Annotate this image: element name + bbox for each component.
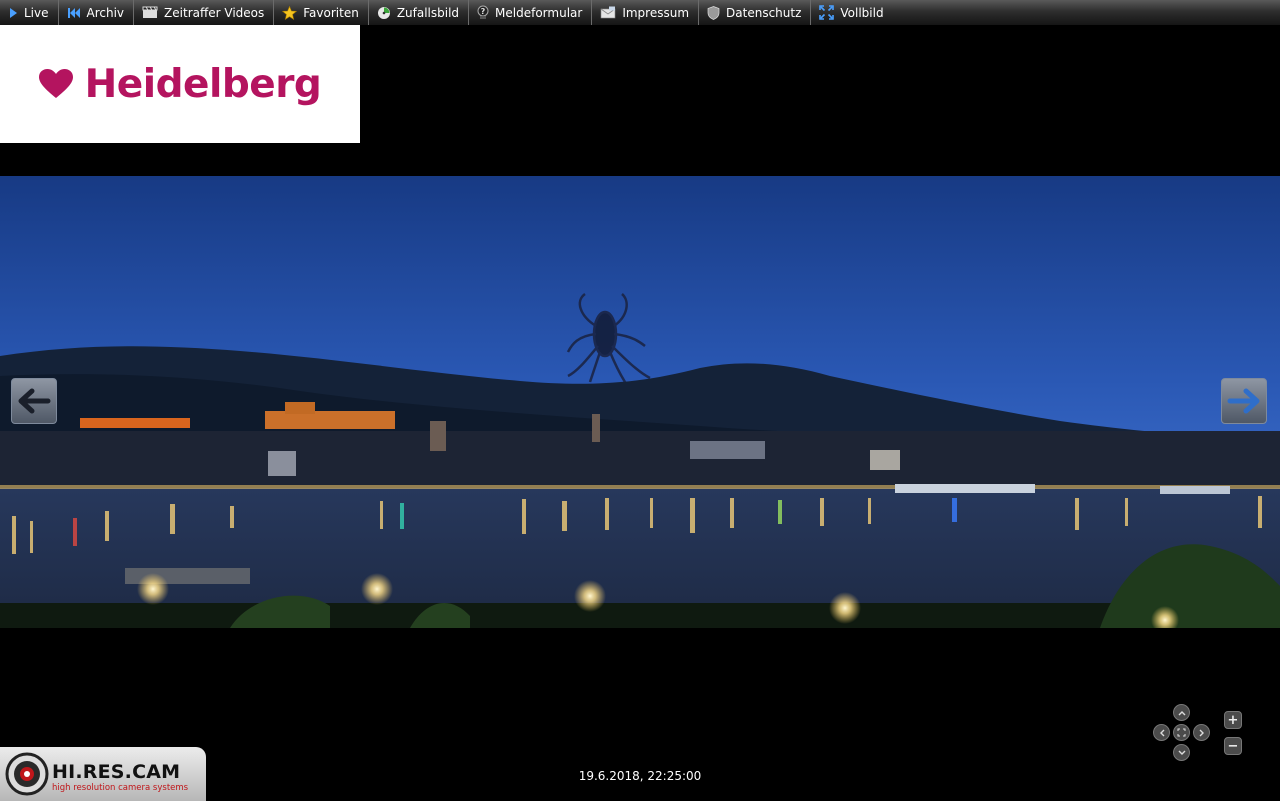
nav-impressum-label: Impressum [622,5,690,20]
zoom-out-button[interactable]: − [1224,737,1242,755]
nav-meldeformular[interactable]: ? Meldeformular [469,0,593,25]
nav-zufallsbild-label: Zufallsbild [396,5,460,20]
reset-view-button[interactable] [1173,724,1190,741]
zoom-in-label: + [1227,712,1239,728]
svg-text:?: ? [481,7,486,16]
zoom-in-button[interactable]: + [1224,711,1242,729]
chevron-down-icon [1178,750,1185,755]
play-icon [10,7,17,18]
nav-vollbild-label: Vollbild [840,5,884,20]
chevron-left-icon [1159,729,1164,736]
random-image-icon [377,6,390,19]
nav-datenschutz-label: Datenschutz [726,5,802,20]
nav-datenschutz[interactable]: Datenschutz [699,0,812,25]
shield-icon [707,5,720,20]
nav-live-label: Live [24,5,49,20]
next-image-button[interactable] [1221,378,1267,424]
nav-zeitraffer-videos[interactable]: Zeitraffer Videos [134,0,275,25]
pan-down-button[interactable] [1173,744,1190,761]
nav-meldeformular-label: Meldeformular [495,5,583,20]
top-nav-bar: Live Archiv Zeitraffer Videos Favoriten … [0,0,1280,26]
arrow-left-icon [18,388,51,414]
rewind-icon [67,7,80,18]
expand-icon [1177,728,1186,737]
nav-archiv[interactable]: Archiv [59,0,135,25]
pan-up-button[interactable] [1173,704,1190,721]
nav-impressum[interactable]: Impressum [592,0,700,25]
pan-left-button[interactable] [1153,724,1170,741]
heidelberg-logo[interactable]: Heidelberg [0,25,360,143]
zoom-out-label: − [1227,738,1239,754]
brand-tagline: high resolution camera systems [52,783,189,793]
brand-name: HI.RES.CAM [52,761,181,783]
chevron-up-icon [1178,710,1185,715]
nav-zeitraffer-label: Zeitraffer Videos [164,5,265,20]
nav-zufallsbild[interactable]: Zufallsbild [369,0,470,25]
fullscreen-icon [819,5,835,20]
nav-vollbild[interactable]: Vollbild [811,0,892,25]
chevron-right-icon [1199,729,1204,736]
nav-live[interactable]: Live [0,0,59,25]
nav-archiv-label: Archiv [86,5,125,20]
film-icon [142,6,158,18]
camera-lens-icon [5,752,49,796]
nav-favoriten[interactable]: Favoriten [274,0,369,25]
prev-image-button[interactable] [11,378,57,424]
logo-text: Heidelberg [84,61,322,107]
hirescam-logo[interactable]: HI.RES.CAM high resolution camera system… [0,747,206,801]
mail-icon [601,6,616,19]
webcam-image[interactable] [0,176,1280,628]
nav-favoriten-label: Favoriten [303,5,359,20]
pan-right-button[interactable] [1193,724,1210,741]
heart-icon [38,69,73,98]
star-icon [282,5,298,20]
arrow-right-icon [1227,388,1260,414]
help-icon: ? [477,5,489,19]
